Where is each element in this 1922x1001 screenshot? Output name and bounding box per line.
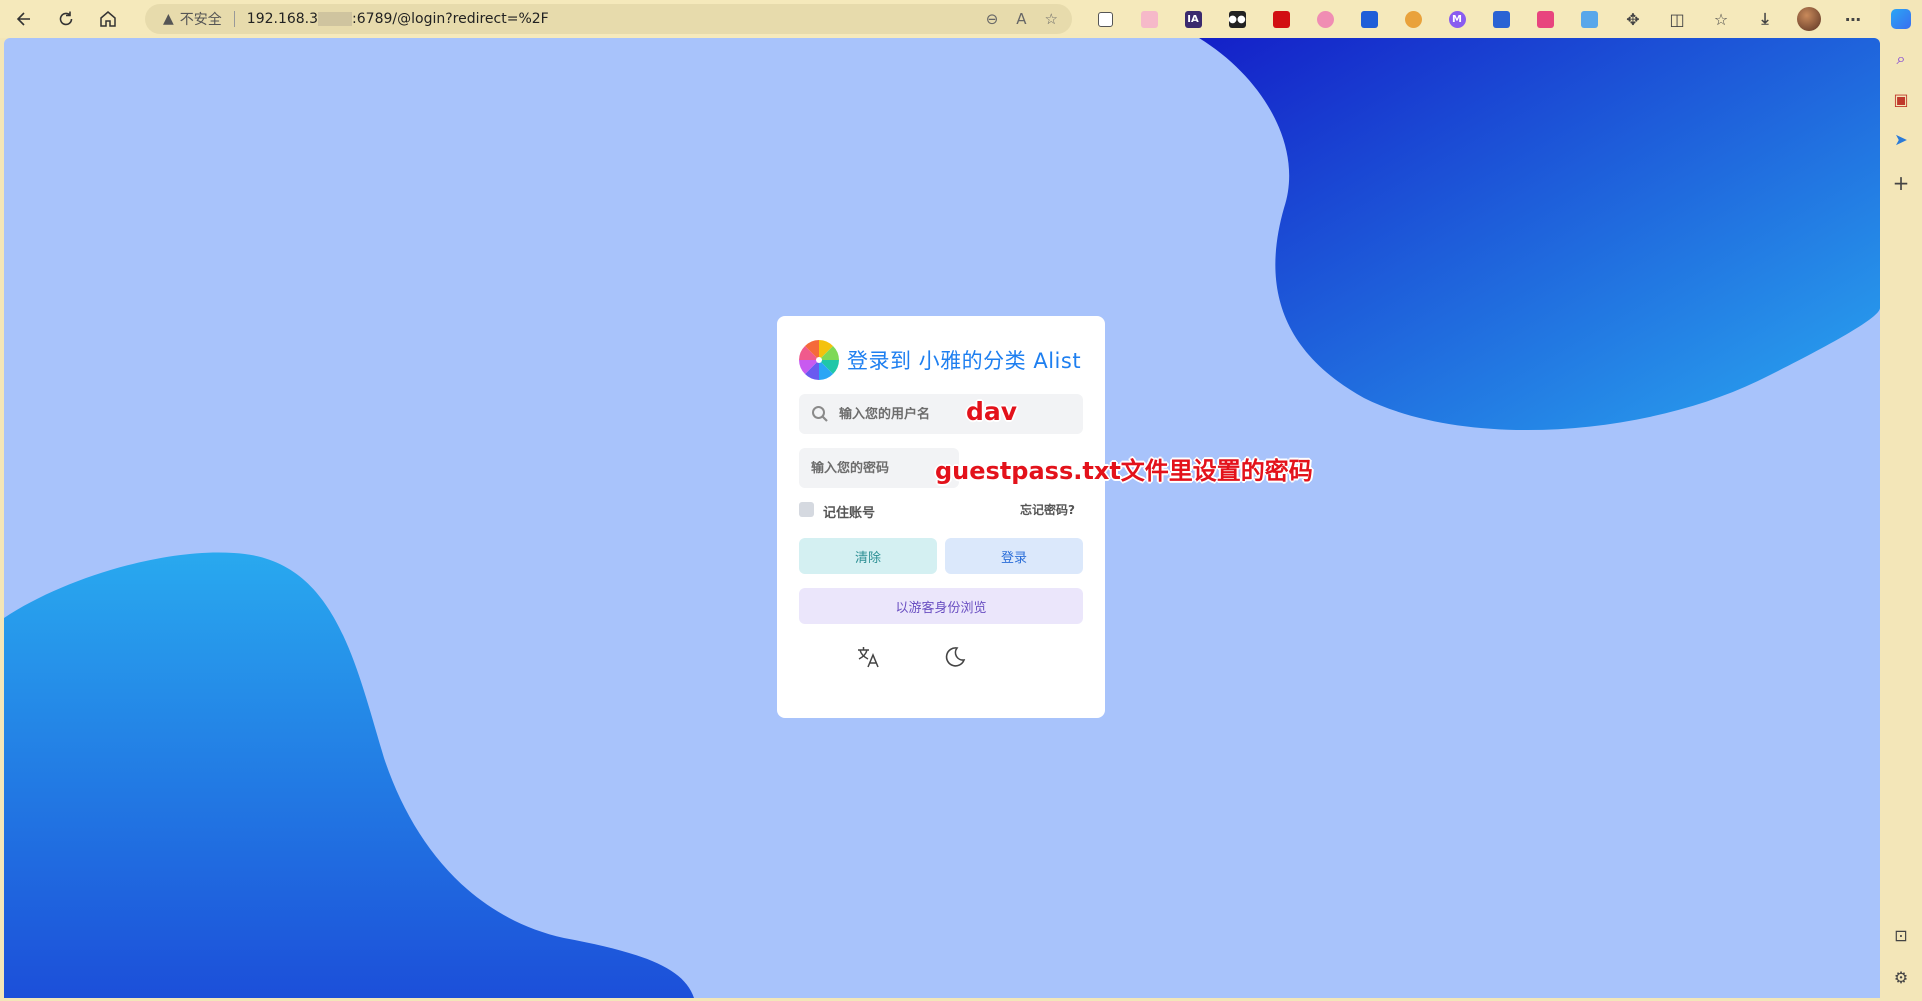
- split-screen-icon[interactable]: ◫: [1662, 4, 1692, 34]
- screenshot-icon[interactable]: ⊡: [1886, 920, 1916, 950]
- refresh-button[interactable]: [48, 4, 84, 34]
- extension-tampermonkey-icon[interactable]: ●●: [1222, 4, 1252, 34]
- extensions-puzzle-icon[interactable]: ✥: [1618, 4, 1648, 34]
- forgot-password-link[interactable]: 忘记密码?: [1020, 501, 1075, 518]
- tools-icon[interactable]: ▣: [1886, 84, 1916, 114]
- extension-pink-icon[interactable]: [1134, 4, 1164, 34]
- language-switch-button[interactable]: [853, 642, 883, 672]
- translate-icon: [858, 647, 879, 668]
- username-annotation: dav: [966, 397, 1018, 426]
- extension-m-icon[interactable]: M: [1442, 4, 1472, 34]
- favorite-star-icon[interactable]: ☆: [1045, 10, 1058, 28]
- username-input[interactable]: [839, 406, 1059, 422]
- url-suffix: :6789/@login?redirect=%2F: [352, 11, 549, 27]
- downloads-icon[interactable]: ⤓: [1750, 4, 1780, 34]
- card-footer-icons: [777, 642, 1105, 672]
- read-aloud-icon[interactable]: A: [1016, 10, 1026, 28]
- security-status: 不安全: [179, 12, 222, 28]
- remember-checkbox[interactable]: [799, 502, 814, 517]
- search-icon: [812, 406, 828, 422]
- top-right-blob: [1199, 38, 1880, 431]
- clear-button[interactable]: 清除: [799, 538, 937, 574]
- extension-blue-icon[interactable]: [1354, 4, 1384, 34]
- send-icon[interactable]: ➤: [1886, 124, 1916, 154]
- search-icon[interactable]: ⌕: [1886, 44, 1916, 74]
- theme-toggle-button[interactable]: [939, 642, 969, 672]
- login-button[interactable]: 登录: [945, 538, 1083, 574]
- more-menu-icon[interactable]: ⋯: [1838, 4, 1868, 34]
- bottom-left-blob: [4, 552, 694, 998]
- address-bar[interactable]: ▲ 不安全 192.168.3 :6789/@login?redirect=%2F…: [145, 4, 1072, 34]
- add-icon[interactable]: +: [1886, 168, 1916, 198]
- profile-avatar[interactable]: [1794, 4, 1824, 34]
- extension-arrows-icon[interactable]: [1486, 4, 1516, 34]
- extension-ia-icon[interactable]: IA: [1178, 4, 1208, 34]
- remember-row: 记住账号 忘记密码?: [799, 500, 1083, 521]
- url-text: 192.168.3 :6789/@login?redirect=%2F: [247, 11, 549, 27]
- extension-translate-icon[interactable]: [1530, 4, 1560, 34]
- back-button[interactable]: [6, 4, 42, 34]
- extensions-row: IA ●● M ✥ ◫ ☆ ⤓ ⋯: [1090, 4, 1868, 34]
- remember-label[interactable]: 记住账号: [823, 502, 875, 521]
- home-button[interactable]: [90, 4, 126, 34]
- back-arrow-icon: [16, 12, 30, 26]
- extension-jelly-icon[interactable]: [1310, 4, 1340, 34]
- username-field[interactable]: [799, 394, 1083, 434]
- divider: [233, 11, 235, 27]
- refresh-icon: [59, 11, 73, 26]
- browser-sidebar: ⌕ ▣ ➤ + ⊡ ⚙: [1880, 0, 1922, 1001]
- warning-icon: ▲: [163, 11, 174, 27]
- copilot-icon[interactable]: [1886, 4, 1916, 34]
- zoom-icon[interactable]: ⊖: [986, 10, 999, 28]
- moon-icon: [945, 647, 966, 667]
- url-prefix: 192.168.3: [246, 11, 319, 27]
- alist-logo-icon: [799, 340, 839, 380]
- page-viewport: 登录到 小雅的分类 Alist 记住账号 忘记密码? 清除 登录 以游客身份浏览: [4, 38, 1880, 998]
- extension-red-icon[interactable]: [1266, 4, 1296, 34]
- login-card: 登录到 小雅的分类 Alist 记住账号 忘记密码? 清除 登录 以游客身份浏览: [777, 316, 1105, 718]
- favorites-icon[interactable]: ☆: [1706, 4, 1736, 34]
- redacted-block: [318, 12, 353, 26]
- login-title: 登录到 小雅的分类 Alist: [847, 349, 1082, 373]
- password-annotation: guestpass.txt文件里设置的密码: [935, 457, 1313, 485]
- card-header: 登录到 小雅的分类 Alist: [799, 340, 1081, 380]
- browser-toolbar: ▲ 不安全 192.168.3 :6789/@login?redirect=%2F…: [0, 0, 1922, 38]
- password-input[interactable]: [811, 460, 951, 476]
- extension-dots-icon[interactable]: [1398, 4, 1428, 34]
- collections-icon[interactable]: [1090, 4, 1120, 34]
- guest-browse-button[interactable]: 以游客身份浏览: [799, 588, 1083, 624]
- settings-gear-icon[interactable]: ⚙: [1886, 962, 1916, 992]
- extension-cloud-icon[interactable]: [1574, 4, 1604, 34]
- home-icon: [100, 11, 116, 27]
